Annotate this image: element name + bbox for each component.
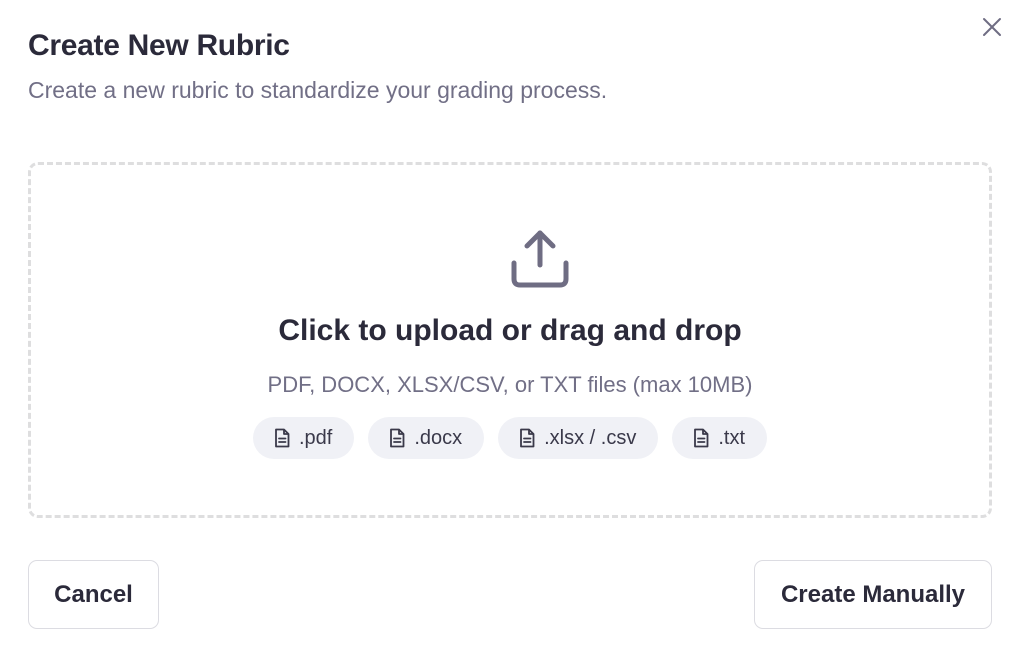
dialog-subtitle: Create a new rubric to standardize your … (28, 77, 608, 103)
file-icon (518, 428, 536, 448)
file-type-chip-xlsx-csv: .xlsx / .csv (498, 417, 659, 459)
file-type-chip-docx: .docx (368, 417, 485, 459)
file-type-label: .txt (718, 426, 746, 449)
file-type-chip-txt: .txt (672, 417, 768, 459)
file-type-label: .docx (414, 426, 463, 449)
create-manually-button[interactable]: Create Manually (754, 560, 992, 629)
close-button[interactable] (978, 15, 1006, 43)
file-icon (388, 428, 406, 448)
file-icon (273, 428, 291, 448)
file-type-chip-pdf: .pdf (252, 417, 355, 459)
upload-title: Click to upload or drag and drop (278, 314, 742, 347)
create-rubric-dialog: Create New Rubric Create a new rubric to… (0, 0, 1021, 655)
upload-icon (507, 225, 573, 291)
file-type-label: .pdf (298, 426, 333, 449)
file-type-label: .xlsx / .csv (544, 426, 637, 449)
dialog-title: Create New Rubric (28, 29, 290, 62)
upload-hint: PDF, DOCX, XLSX/CSV, or TXT files (max 1… (267, 372, 753, 397)
cancel-button[interactable]: Cancel (28, 560, 159, 629)
close-icon (982, 17, 1002, 42)
file-icon (692, 428, 710, 448)
file-type-list: .pdf .docx .xlsx / .csv .txt (31, 417, 989, 459)
file-upload-dropzone[interactable]: Click to upload or drag and drop PDF, DO… (28, 162, 992, 518)
